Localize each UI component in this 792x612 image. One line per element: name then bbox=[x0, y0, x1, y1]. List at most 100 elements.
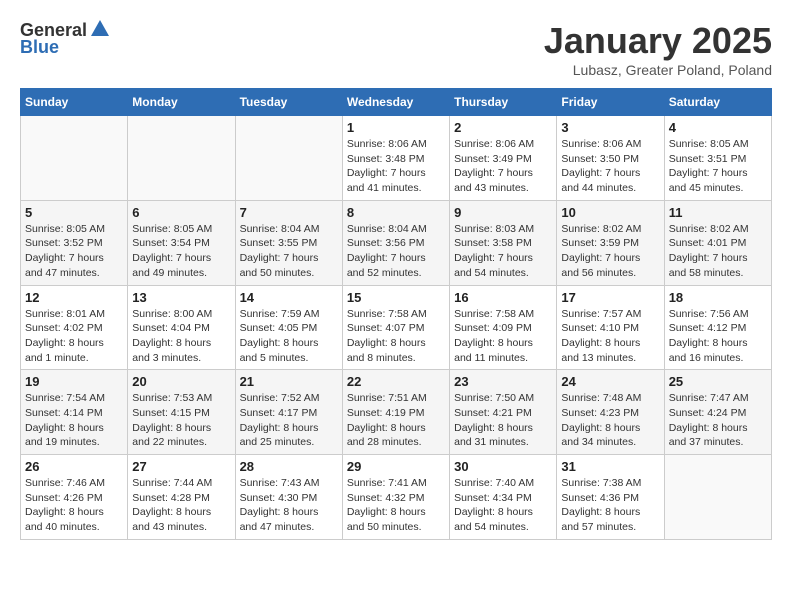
calendar-table: SundayMondayTuesdayWednesdayThursdayFrid… bbox=[20, 88, 772, 540]
day-cell: 16 Sunrise: 7:58 AM Sunset: 4:09 PM Dayli… bbox=[450, 285, 557, 370]
day-number: 20 bbox=[132, 374, 230, 389]
day-cell: 1 Sunrise: 8:06 AM Sunset: 3:48 PM Daylig… bbox=[342, 116, 449, 201]
day-number: 11 bbox=[669, 205, 767, 220]
logo-icon bbox=[89, 18, 111, 40]
location-text: Lubasz, Greater Poland, Poland bbox=[544, 62, 772, 78]
day-cell: 3 Sunrise: 8:06 AM Sunset: 3:50 PM Daylig… bbox=[557, 116, 664, 201]
day-cell: 15 Sunrise: 7:58 AM Sunset: 4:07 PM Dayli… bbox=[342, 285, 449, 370]
day-cell: 8 Sunrise: 8:04 AM Sunset: 3:56 PM Daylig… bbox=[342, 200, 449, 285]
day-info: Sunrise: 8:02 AM Sunset: 4:01 PM Dayligh… bbox=[669, 222, 767, 281]
day-cell bbox=[664, 455, 771, 540]
day-info: Sunrise: 7:51 AM Sunset: 4:19 PM Dayligh… bbox=[347, 391, 445, 450]
day-cell: 7 Sunrise: 8:04 AM Sunset: 3:55 PM Daylig… bbox=[235, 200, 342, 285]
week-row-4: 19 Sunrise: 7:54 AM Sunset: 4:14 PM Dayli… bbox=[21, 370, 772, 455]
day-info: Sunrise: 7:40 AM Sunset: 4:34 PM Dayligh… bbox=[454, 476, 552, 535]
weekday-header-thursday: Thursday bbox=[450, 89, 557, 116]
weekday-header-tuesday: Tuesday bbox=[235, 89, 342, 116]
week-row-2: 5 Sunrise: 8:05 AM Sunset: 3:52 PM Daylig… bbox=[21, 200, 772, 285]
day-number: 22 bbox=[347, 374, 445, 389]
day-cell: 6Sunrise: 8:05 AM Sunset: 3:54 PM Daylig… bbox=[128, 200, 235, 285]
day-number: 23 bbox=[454, 374, 552, 389]
day-number: 17 bbox=[561, 290, 659, 305]
day-info: Sunrise: 7:44 AM Sunset: 4:28 PM Dayligh… bbox=[132, 476, 230, 535]
day-cell: 10 Sunrise: 8:02 AM Sunset: 3:59 PM Dayli… bbox=[557, 200, 664, 285]
day-cell bbox=[235, 116, 342, 201]
day-info: Sunrise: 8:01 AM Sunset: 4:02 PM Dayligh… bbox=[25, 307, 123, 366]
weekday-header-saturday: Saturday bbox=[664, 89, 771, 116]
day-number: 16 bbox=[454, 290, 552, 305]
day-info: Sunrise: 7:57 AM Sunset: 4:10 PM Dayligh… bbox=[561, 307, 659, 366]
page-header: General Blue January 2025 Lubasz, Greate… bbox=[20, 20, 772, 78]
day-cell: 9 Sunrise: 8:03 AM Sunset: 3:58 PM Daylig… bbox=[450, 200, 557, 285]
day-cell: 2Sunrise: 8:06 AM Sunset: 3:49 PM Daylig… bbox=[450, 116, 557, 201]
day-info: Sunrise: 7:47 AM Sunset: 4:24 PM Dayligh… bbox=[669, 391, 767, 450]
day-info: Sunrise: 7:58 AM Sunset: 4:07 PM Dayligh… bbox=[347, 307, 445, 366]
day-number: 19 bbox=[25, 374, 123, 389]
day-info: Sunrise: 8:05 AM Sunset: 3:52 PM Dayligh… bbox=[25, 222, 123, 281]
day-number: 28 bbox=[240, 459, 338, 474]
day-number: 5 bbox=[25, 205, 123, 220]
day-cell: 31 Sunrise: 7:38 AM Sunset: 4:36 PM Dayli… bbox=[557, 455, 664, 540]
day-info: Sunrise: 7:56 AM Sunset: 4:12 PM Dayligh… bbox=[669, 307, 767, 366]
day-cell: 24Sunrise: 7:48 AM Sunset: 4:23 PM Dayli… bbox=[557, 370, 664, 455]
day-number: 1 bbox=[347, 120, 445, 135]
week-row-5: 26 Sunrise: 7:46 AM Sunset: 4:26 PM Dayli… bbox=[21, 455, 772, 540]
day-info: Sunrise: 7:38 AM Sunset: 4:36 PM Dayligh… bbox=[561, 476, 659, 535]
day-cell: 19 Sunrise: 7:54 AM Sunset: 4:14 PM Dayli… bbox=[21, 370, 128, 455]
title-block: January 2025 Lubasz, Greater Poland, Pol… bbox=[544, 20, 772, 78]
day-cell: 4Sunrise: 8:05 AM Sunset: 3:51 PM Daylig… bbox=[664, 116, 771, 201]
day-cell: 18 Sunrise: 7:56 AM Sunset: 4:12 PM Dayli… bbox=[664, 285, 771, 370]
week-row-3: 12 Sunrise: 8:01 AM Sunset: 4:02 PM Dayli… bbox=[21, 285, 772, 370]
week-row-1: 1 Sunrise: 8:06 AM Sunset: 3:48 PM Daylig… bbox=[21, 116, 772, 201]
weekday-header-row: SundayMondayTuesdayWednesdayThursdayFrid… bbox=[21, 89, 772, 116]
day-info: Sunrise: 8:06 AM Sunset: 3:48 PM Dayligh… bbox=[347, 137, 445, 196]
day-number: 3 bbox=[561, 120, 659, 135]
day-info: Sunrise: 7:58 AM Sunset: 4:09 PM Dayligh… bbox=[454, 307, 552, 366]
day-cell: 13Sunrise: 8:00 AM Sunset: 4:04 PM Dayli… bbox=[128, 285, 235, 370]
day-cell: 21Sunrise: 7:52 AM Sunset: 4:17 PM Dayli… bbox=[235, 370, 342, 455]
day-info: Sunrise: 7:54 AM Sunset: 4:14 PM Dayligh… bbox=[25, 391, 123, 450]
day-info: Sunrise: 7:46 AM Sunset: 4:26 PM Dayligh… bbox=[25, 476, 123, 535]
day-number: 27 bbox=[132, 459, 230, 474]
day-cell: 20Sunrise: 7:53 AM Sunset: 4:15 PM Dayli… bbox=[128, 370, 235, 455]
day-info: Sunrise: 8:06 AM Sunset: 3:50 PM Dayligh… bbox=[561, 137, 659, 196]
day-info: Sunrise: 7:48 AM Sunset: 4:23 PM Dayligh… bbox=[561, 391, 659, 450]
day-number: 4 bbox=[669, 120, 767, 135]
day-info: Sunrise: 8:04 AM Sunset: 3:56 PM Dayligh… bbox=[347, 222, 445, 281]
day-cell bbox=[128, 116, 235, 201]
day-cell: 5 Sunrise: 8:05 AM Sunset: 3:52 PM Daylig… bbox=[21, 200, 128, 285]
day-info: Sunrise: 8:02 AM Sunset: 3:59 PM Dayligh… bbox=[561, 222, 659, 281]
day-cell: 29Sunrise: 7:41 AM Sunset: 4:32 PM Dayli… bbox=[342, 455, 449, 540]
weekday-header-sunday: Sunday bbox=[21, 89, 128, 116]
day-number: 18 bbox=[669, 290, 767, 305]
day-number: 25 bbox=[669, 374, 767, 389]
day-number: 10 bbox=[561, 205, 659, 220]
day-info: Sunrise: 7:59 AM Sunset: 4:05 PM Dayligh… bbox=[240, 307, 338, 366]
day-number: 13 bbox=[132, 290, 230, 305]
day-info: Sunrise: 8:03 AM Sunset: 3:58 PM Dayligh… bbox=[454, 222, 552, 281]
day-cell: 25 Sunrise: 7:47 AM Sunset: 4:24 PM Dayli… bbox=[664, 370, 771, 455]
day-info: Sunrise: 8:04 AM Sunset: 3:55 PM Dayligh… bbox=[240, 222, 338, 281]
day-cell: 26 Sunrise: 7:46 AM Sunset: 4:26 PM Dayli… bbox=[21, 455, 128, 540]
day-cell: 27 Sunrise: 7:44 AM Sunset: 4:28 PM Dayli… bbox=[128, 455, 235, 540]
day-number: 8 bbox=[347, 205, 445, 220]
month-title: January 2025 bbox=[544, 20, 772, 62]
day-info: Sunrise: 8:05 AM Sunset: 3:54 PM Dayligh… bbox=[132, 222, 230, 281]
day-info: Sunrise: 7:52 AM Sunset: 4:17 PM Dayligh… bbox=[240, 391, 338, 450]
day-cell: 11 Sunrise: 8:02 AM Sunset: 4:01 PM Dayli… bbox=[664, 200, 771, 285]
day-number: 14 bbox=[240, 290, 338, 305]
day-cell bbox=[21, 116, 128, 201]
day-number: 30 bbox=[454, 459, 552, 474]
day-number: 7 bbox=[240, 205, 338, 220]
day-number: 9 bbox=[454, 205, 552, 220]
day-number: 26 bbox=[25, 459, 123, 474]
logo: General Blue bbox=[20, 20, 111, 58]
day-cell: 12 Sunrise: 8:01 AM Sunset: 4:02 PM Dayli… bbox=[21, 285, 128, 370]
day-number: 31 bbox=[561, 459, 659, 474]
day-cell: 17 Sunrise: 7:57 AM Sunset: 4:10 PM Dayli… bbox=[557, 285, 664, 370]
day-number: 12 bbox=[25, 290, 123, 305]
weekday-header-friday: Friday bbox=[557, 89, 664, 116]
day-number: 15 bbox=[347, 290, 445, 305]
day-cell: 22 Sunrise: 7:51 AM Sunset: 4:19 PM Dayli… bbox=[342, 370, 449, 455]
day-info: Sunrise: 8:06 AM Sunset: 3:49 PM Dayligh… bbox=[454, 137, 552, 196]
